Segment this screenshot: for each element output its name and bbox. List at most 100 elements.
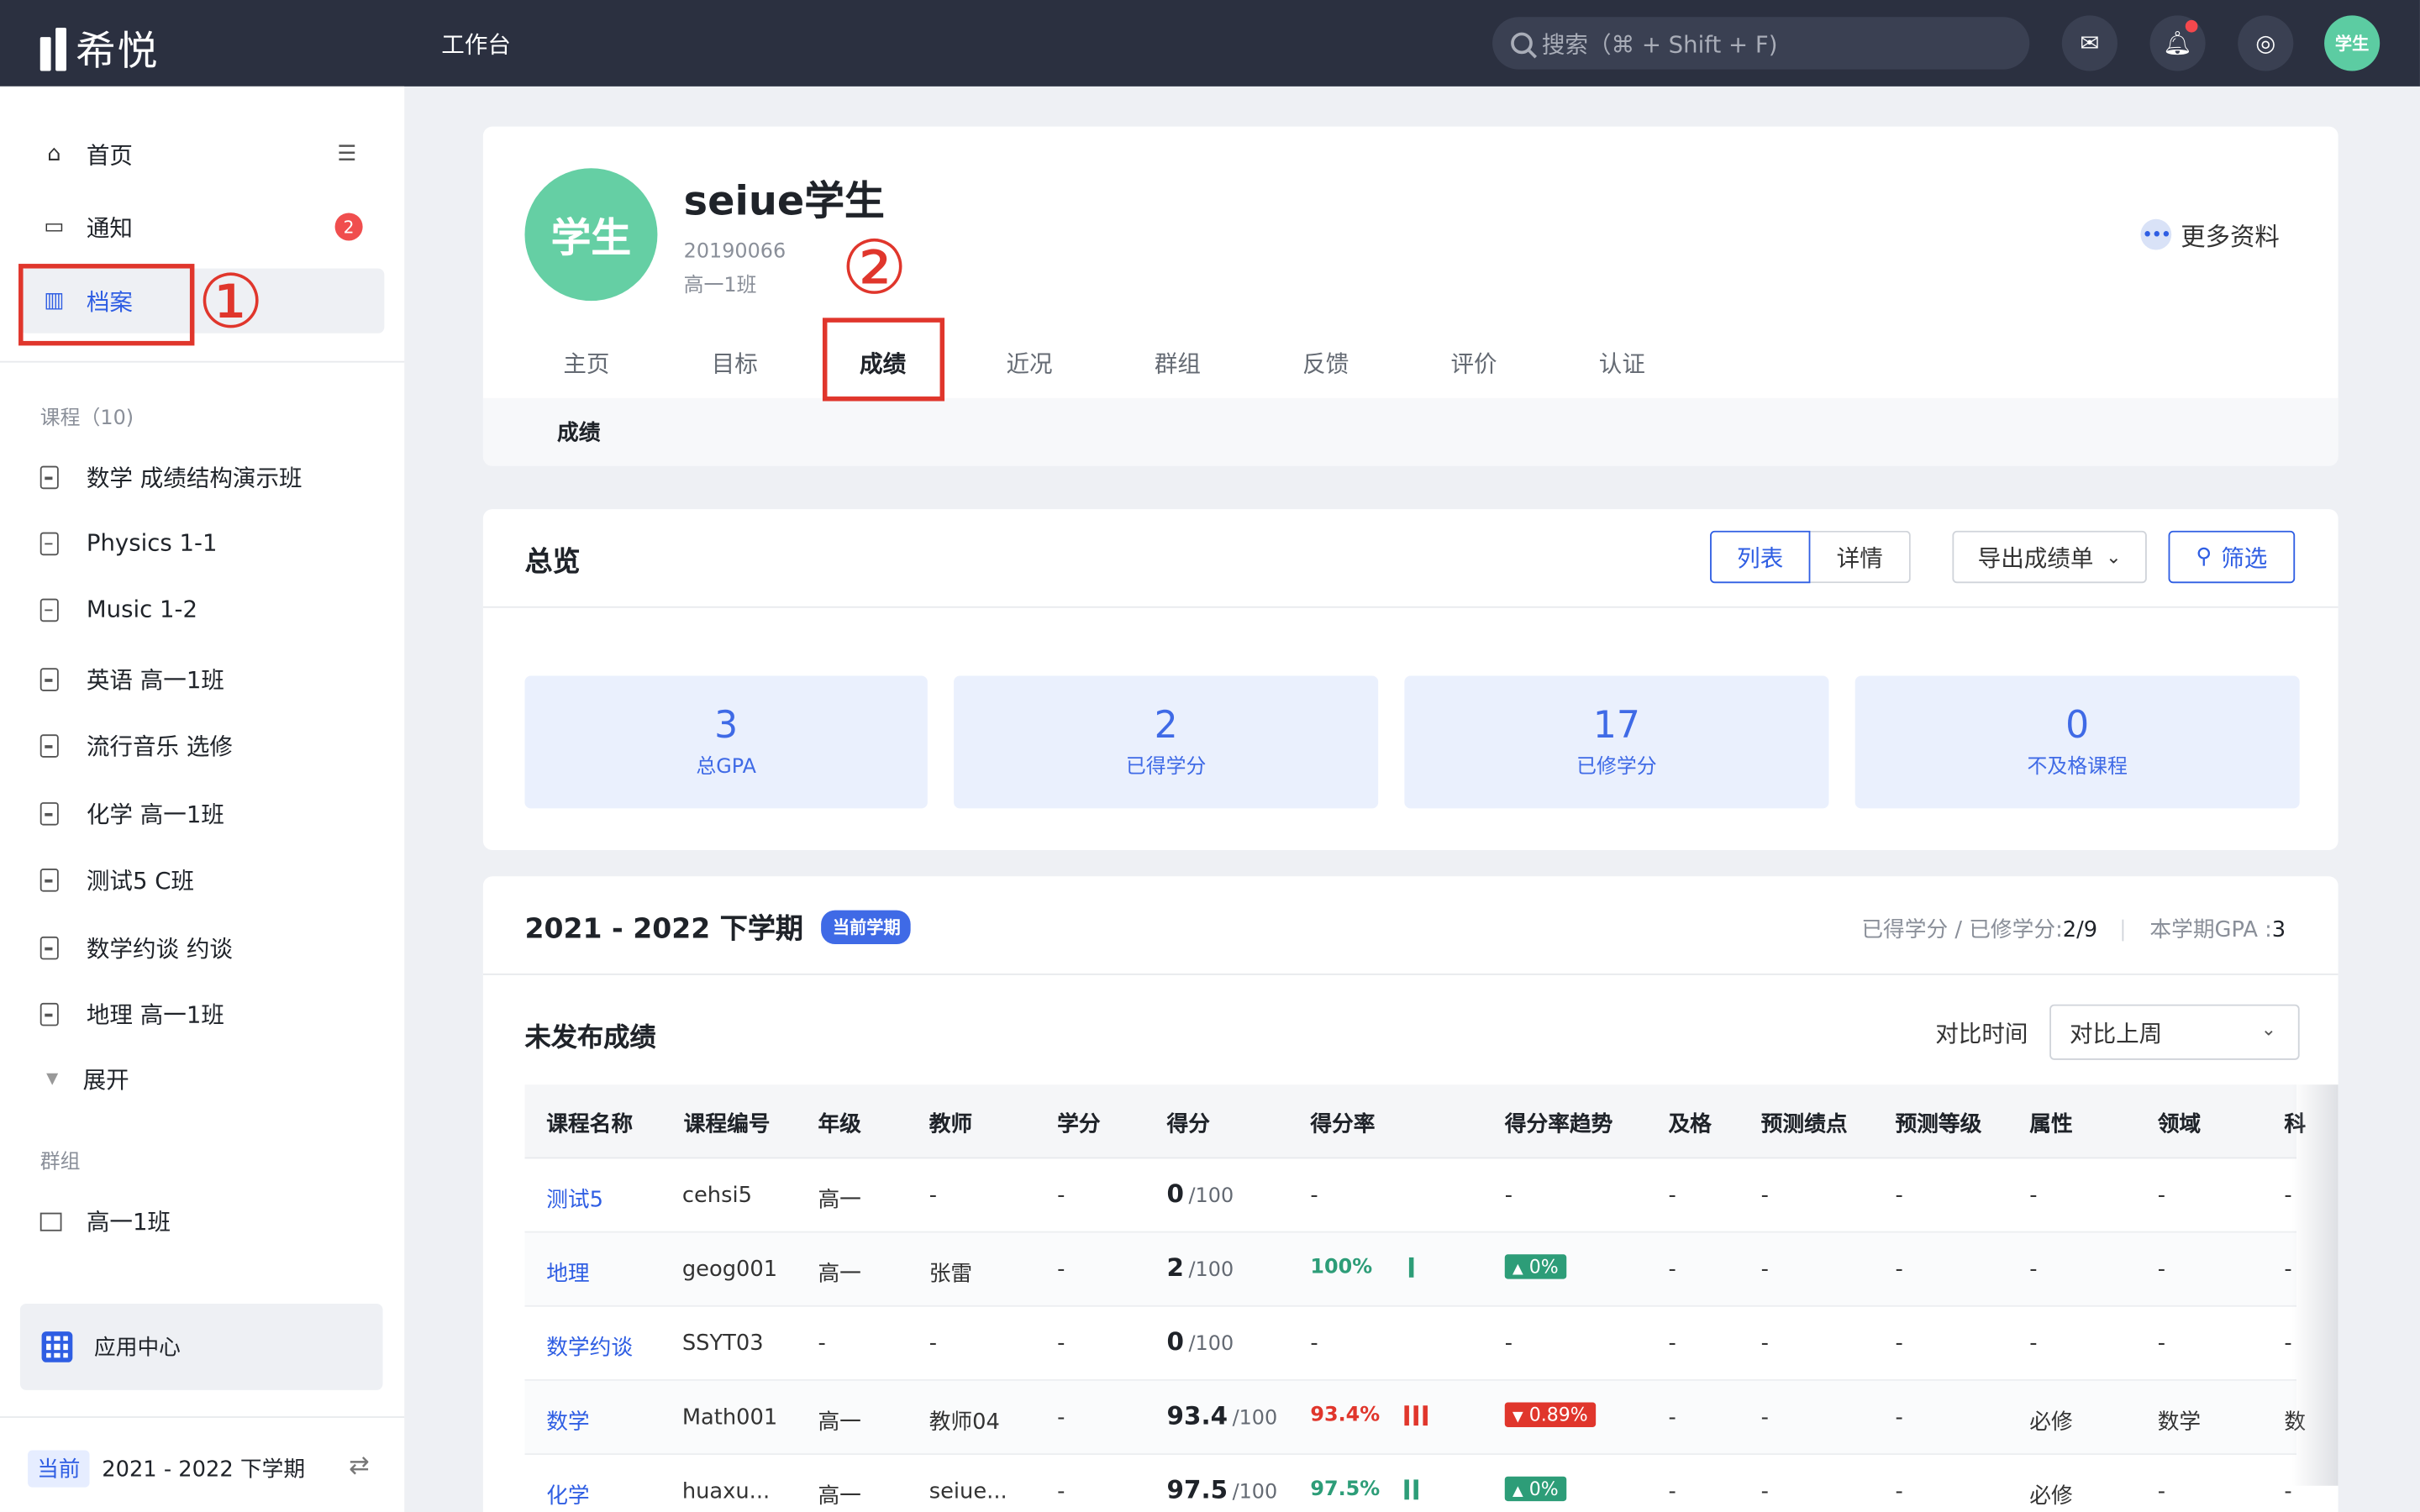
term-stats: 已得学分 / 已修学分:2/9 本学期GPA :3 <box>1861 913 2286 944</box>
message-icon[interactable]: ✉ <box>2061 15 2118 71</box>
sidebar-item-notifications[interactable]: ▭ 通知 2 <box>20 194 384 259</box>
column-header[interactable]: 属性 <box>2029 1108 2072 1139</box>
sidebar-item-home[interactable]: ⌂ 首页 ☰ <box>20 122 384 186</box>
bell-icon[interactable]: 🔔︎ <box>2149 15 2206 71</box>
student-name: seiue学生 <box>683 179 885 226</box>
column-header[interactable]: 年级 <box>818 1108 860 1139</box>
home-icon: ⌂ <box>47 141 61 167</box>
stat-gpa: 3 总GPA <box>524 675 928 809</box>
table-row: 测试5 cehsi5 高一 - - 0/100 - - - - - - - - <box>524 1158 2297 1233</box>
course-score: 2/100 <box>1167 1252 1234 1282</box>
predicted-level: - <box>1895 1257 1903 1283</box>
column-header[interactable]: 得分率 <box>1310 1108 1375 1139</box>
compare-select[interactable]: 对比上周 ⌄ <box>2049 1004 2300 1060</box>
caret-down-icon: ▼ <box>46 1070 59 1088</box>
tab-evaluation[interactable]: 评价 <box>1420 347 1528 380</box>
column-header[interactable]: 领域 <box>2158 1108 2201 1139</box>
sidebar-course[interactable]: Physics 1-1 <box>39 529 218 557</box>
score-total: /100 <box>1188 1184 1234 1209</box>
column-header[interactable]: 及格 <box>1668 1108 1711 1139</box>
column-header[interactable]: 教师 <box>929 1108 972 1139</box>
course-name-link[interactable]: 化学 <box>546 1479 589 1510</box>
collapse-sidebar-icon[interactable]: ☰ <box>337 142 356 166</box>
sidebar-course[interactable]: 数学约谈 约谈 <box>39 932 233 964</box>
stat-value: 2 <box>1154 703 1178 747</box>
column-header[interactable]: 得分 <box>1167 1108 1210 1139</box>
score-rate: 100% <box>1310 1254 1414 1279</box>
column-header[interactable]: 学分 <box>1057 1108 1100 1139</box>
sidebar-course[interactable]: 测试5 C班 <box>39 864 194 897</box>
course-credit: - <box>1057 1331 1065 1357</box>
rate-bars <box>1404 1478 1419 1499</box>
predicted-gp: - <box>1760 1405 1769 1431</box>
logo-text: 希悦 <box>75 29 160 76</box>
tab-home[interactable]: 主页 <box>533 347 641 380</box>
search-input[interactable]: 搜索（⌘ + Shift + F) <box>1492 17 2030 70</box>
column-header[interactable]: 课程名称 <box>546 1108 633 1139</box>
expand-courses[interactable]: ▼ 展开 <box>46 1063 129 1095</box>
course-field: - <box>2157 1257 2166 1283</box>
course-code: geog001 <box>681 1257 778 1283</box>
column-header[interactable]: 预测绩点 <box>1761 1108 1848 1139</box>
workbench-title[interactable]: 工作台 <box>441 28 511 60</box>
score-value: 0 <box>1166 1179 1185 1209</box>
course-credit: - <box>1057 1405 1065 1431</box>
course-code: SSYT03 <box>681 1331 764 1357</box>
divider <box>0 360 405 363</box>
credits-value: 2/9 <box>2062 917 2098 943</box>
sidebar-course[interactable]: 化学 高一1班 <box>39 798 224 831</box>
column-header[interactable]: 课程编号 <box>684 1108 771 1139</box>
course-icon <box>39 668 59 691</box>
swap-icon[interactable]: ⇄ <box>349 1450 370 1479</box>
course-name-link[interactable]: 数学 <box>546 1405 589 1436</box>
credits-label: 已得学分 / 已修学分: <box>1861 917 2063 943</box>
group-icon <box>39 1211 62 1231</box>
sidebar-course[interactable]: 英语 高一1班 <box>39 664 224 696</box>
detail-view-button[interactable]: 详情 <box>1810 530 1911 584</box>
sidebar-group[interactable]: 高一1班 <box>39 1205 171 1237</box>
list-view-button[interactable]: 列表 <box>1710 530 1811 584</box>
subtab-grades[interactable]: 成绩 <box>557 417 600 448</box>
column-header[interactable]: 得分率趋势 <box>1505 1108 1613 1139</box>
courses-section-label: 课程（10) <box>39 407 134 431</box>
sidebar-course[interactable]: Music 1-2 <box>39 596 197 623</box>
tab-goals[interactable]: 目标 <box>681 347 789 380</box>
trend-value: 0% <box>1528 1478 1559 1500</box>
tab-certification[interactable]: 认证 <box>1568 347 1676 380</box>
help-icon[interactable]: ◎ <box>2238 15 2294 71</box>
rate-bars <box>1404 1404 1428 1425</box>
top-bar: 希悦 工作台 搜索（⌘ + Shift + F) ✉ 🔔︎ ◎ 学生 <box>0 0 2420 87</box>
logo[interactable]: 希悦 <box>39 20 160 77</box>
filter-button[interactable]: ⚲ 筛选 <box>2168 530 2296 584</box>
sidebar-course[interactable]: 地理 高一1班 <box>39 998 224 1031</box>
score-rate-value: 93.4% <box>1310 1404 1381 1427</box>
triangle-up-icon: ▲ <box>1512 1483 1523 1500</box>
app-center-button[interactable]: 应用中心 <box>19 1304 383 1390</box>
course-code: Math001 <box>681 1405 778 1431</box>
score-rate-value: 97.5% <box>1310 1478 1381 1502</box>
search-icon <box>1511 32 1533 55</box>
avatar[interactable]: 学生 <box>2324 15 2381 71</box>
annotation-number-1: ① <box>197 259 265 346</box>
rate-trend: ▼ 0.89% <box>1504 1402 1596 1427</box>
course-name-link[interactable]: 地理 <box>546 1257 589 1289</box>
export-transcript-button[interactable]: 导出成绩单 ⌄ <box>1952 530 2147 584</box>
student-class: 高一1班 <box>683 274 757 298</box>
trend-value: 0% <box>1528 1256 1559 1278</box>
course-icon <box>39 734 59 758</box>
tab-feedback[interactable]: 反馈 <box>1271 347 1380 380</box>
course-teacher: 张雷 <box>929 1262 973 1287</box>
tab-groups[interactable]: 群组 <box>1123 347 1232 380</box>
current-term[interactable]: 当前 2021 - 2022 下学期 <box>28 1450 305 1488</box>
tab-recent[interactable]: 近况 <box>976 347 1084 380</box>
sidebar-course[interactable]: 数学 成绩结构演示班 <box>39 461 302 494</box>
trend-badge: ▲ 0% <box>1504 1476 1566 1502</box>
course-name-link[interactable]: 测试5 <box>546 1184 603 1215</box>
course-icon <box>39 869 59 892</box>
score-value: 2 <box>1166 1252 1185 1283</box>
sidebar-course[interactable]: 流行音乐 选修 <box>39 730 233 763</box>
score-rate-value: 100% <box>1310 1256 1373 1279</box>
course-name-link[interactable]: 数学约谈 <box>546 1331 633 1362</box>
more-info-button[interactable]: ••• 更多资料 <box>2140 216 2280 253</box>
column-header[interactable]: 预测等级 <box>1895 1108 1981 1139</box>
